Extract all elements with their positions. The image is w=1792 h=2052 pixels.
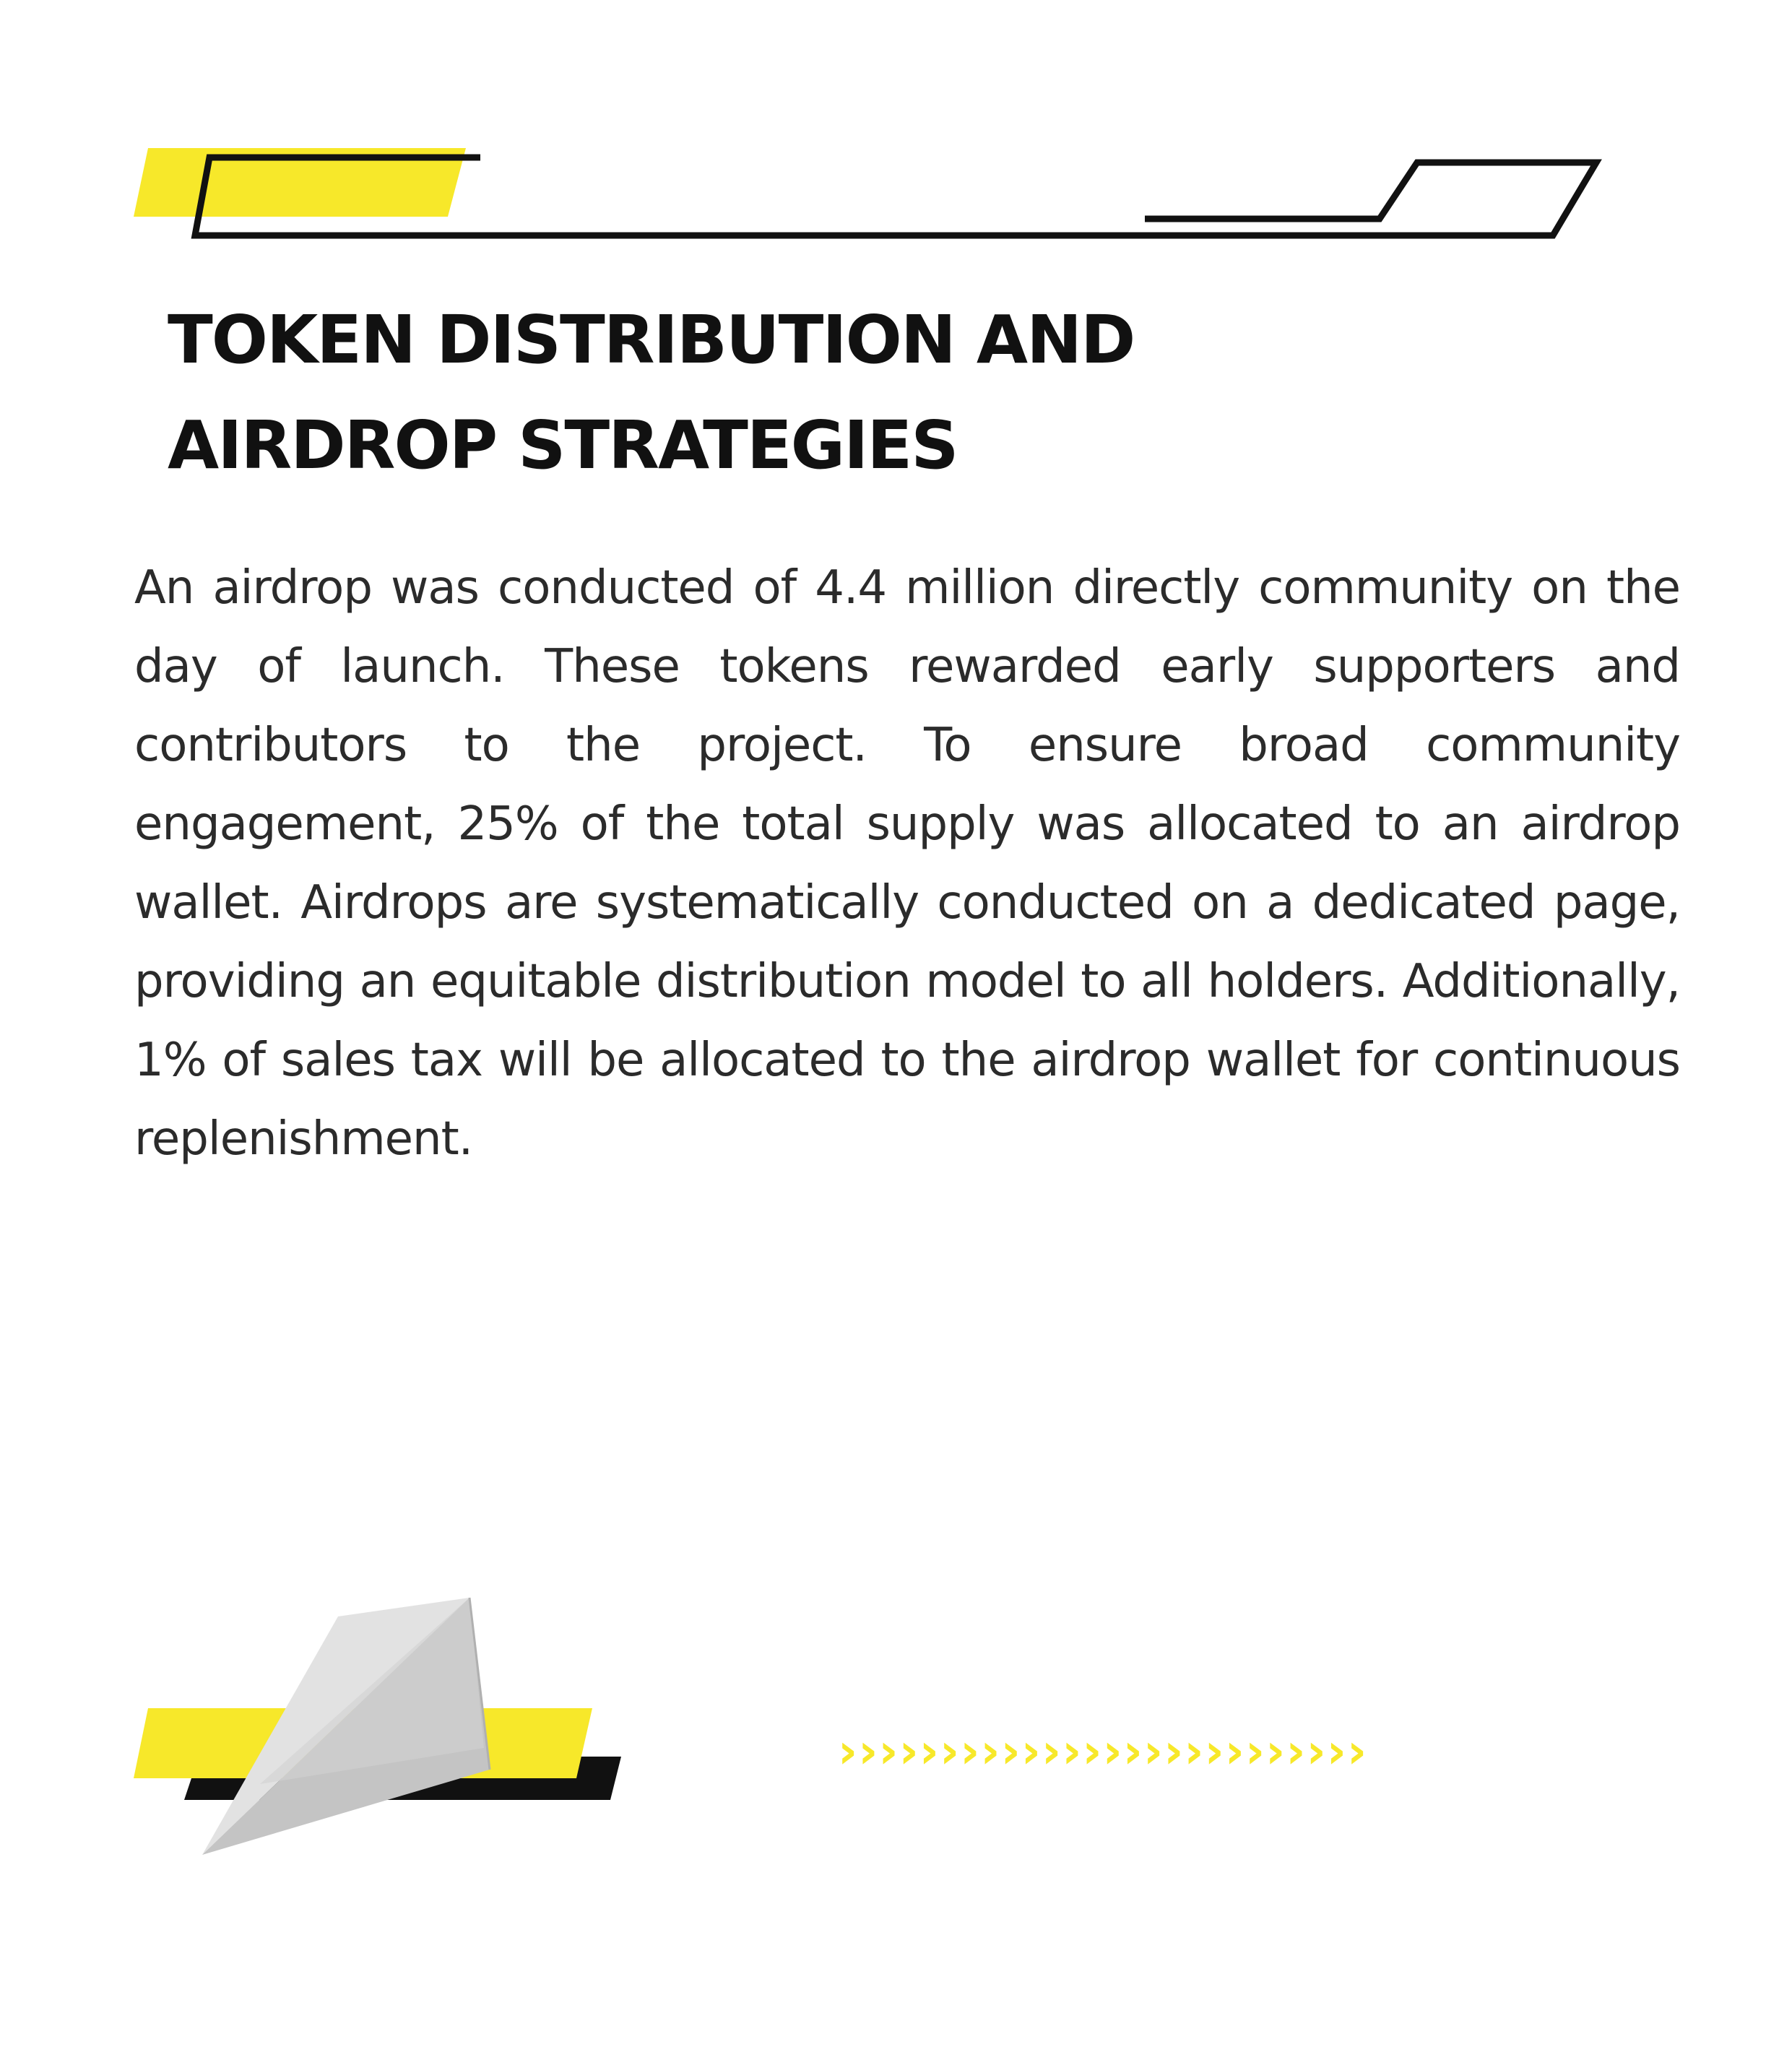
title-line-2: AIRDROP STRATEGIES (168, 407, 959, 484)
body-paragraph: An airdrop was conducted of 4.4 million … (134, 561, 1681, 1166)
title-line-1: TOKEN DISTRIBUTION AND (168, 301, 1135, 378)
chevron-row-icon: ›››››››››››››››››››››››››› (838, 1723, 1368, 1779)
top-frame-decoration (134, 148, 1602, 239)
page-title: TOKEN DISTRIBUTION AND AIRDROP STRATEGIE… (168, 287, 1135, 498)
